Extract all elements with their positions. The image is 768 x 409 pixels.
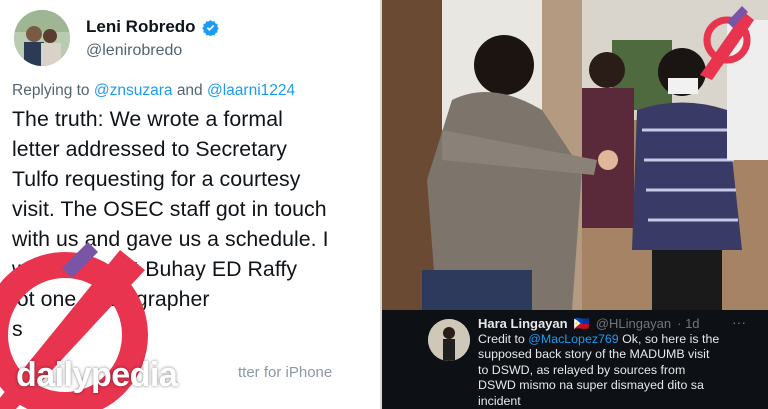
reply-line-text: Ok, so here is the bbox=[618, 332, 720, 346]
more-options-icon[interactable]: ··· bbox=[732, 314, 746, 330]
mention-link[interactable]: @laarni1224 bbox=[207, 82, 295, 99]
display-name-text[interactable]: Leni Robredo bbox=[86, 17, 196, 37]
reply-prefix: Credit to bbox=[478, 332, 525, 346]
user-handle[interactable]: @lenirobredo bbox=[86, 42, 182, 60]
reply-tweet-card[interactable]: Hara Lingayan 🇵🇭 @HLingayan · 1d ··· Cre… bbox=[382, 310, 768, 409]
replying-to-label: Replying to bbox=[12, 82, 90, 99]
tweet-source: tter for iPhone bbox=[238, 364, 333, 381]
meeting-photo bbox=[382, 0, 768, 310]
tweet-line: visit. The OSEC staff got in touch bbox=[12, 197, 327, 221]
tweet-panel: Leni Robredo @lenirobredo Replying to @z… bbox=[0, 0, 382, 409]
tweet-line: letter addressed to Secretary bbox=[12, 137, 287, 161]
reply-line: DSWD mismo na super dismayed dito sa bbox=[478, 378, 704, 393]
tweet-line: Tulfo requesting for a courtesy bbox=[12, 167, 301, 191]
reply-line: to DSWD, as relayed by sources from bbox=[478, 362, 686, 377]
reply-line: supposed back story of the MADUMB visit bbox=[478, 347, 710, 362]
reply-card-body: Credit to @MacLopez769 Ok, so here is th… bbox=[478, 332, 764, 409]
brand-wordmark: dailypedia bbox=[16, 356, 178, 394]
ph-flag-icon: 🇵🇭 bbox=[573, 316, 590, 331]
mention-link[interactable]: @MacLopez769 bbox=[528, 332, 618, 346]
verified-badge-icon bbox=[201, 19, 219, 36]
reply-author-name[interactable]: Hara Lingayan bbox=[478, 316, 568, 332]
reply-line: Credit to @MacLopez769 Ok, so here is th… bbox=[478, 332, 764, 347]
reply-line: incident bbox=[478, 393, 521, 408]
photo-panel: Hara Lingayan 🇵🇭 @HLingayan · 1d ··· Cre… bbox=[382, 0, 768, 409]
reply-timestamp[interactable]: · 1d bbox=[677, 316, 699, 332]
display-name[interactable]: Leni Robredo bbox=[86, 17, 219, 37]
replying-to-and: and bbox=[176, 82, 203, 99]
replying-to: Replying to @znsuzara and @laarni1224 bbox=[12, 82, 295, 100]
profile-avatar[interactable] bbox=[14, 10, 70, 66]
tweet-line: The truth: We wrote a formal bbox=[12, 107, 283, 131]
reply-author-handle[interactable]: @HLingayan bbox=[596, 316, 671, 332]
mention-link[interactable]: @znsuzara bbox=[94, 82, 173, 99]
reply-author-avatar[interactable] bbox=[428, 319, 470, 361]
reply-card-header: Hara Lingayan 🇵🇭 @HLingayan · 1d bbox=[478, 316, 700, 332]
